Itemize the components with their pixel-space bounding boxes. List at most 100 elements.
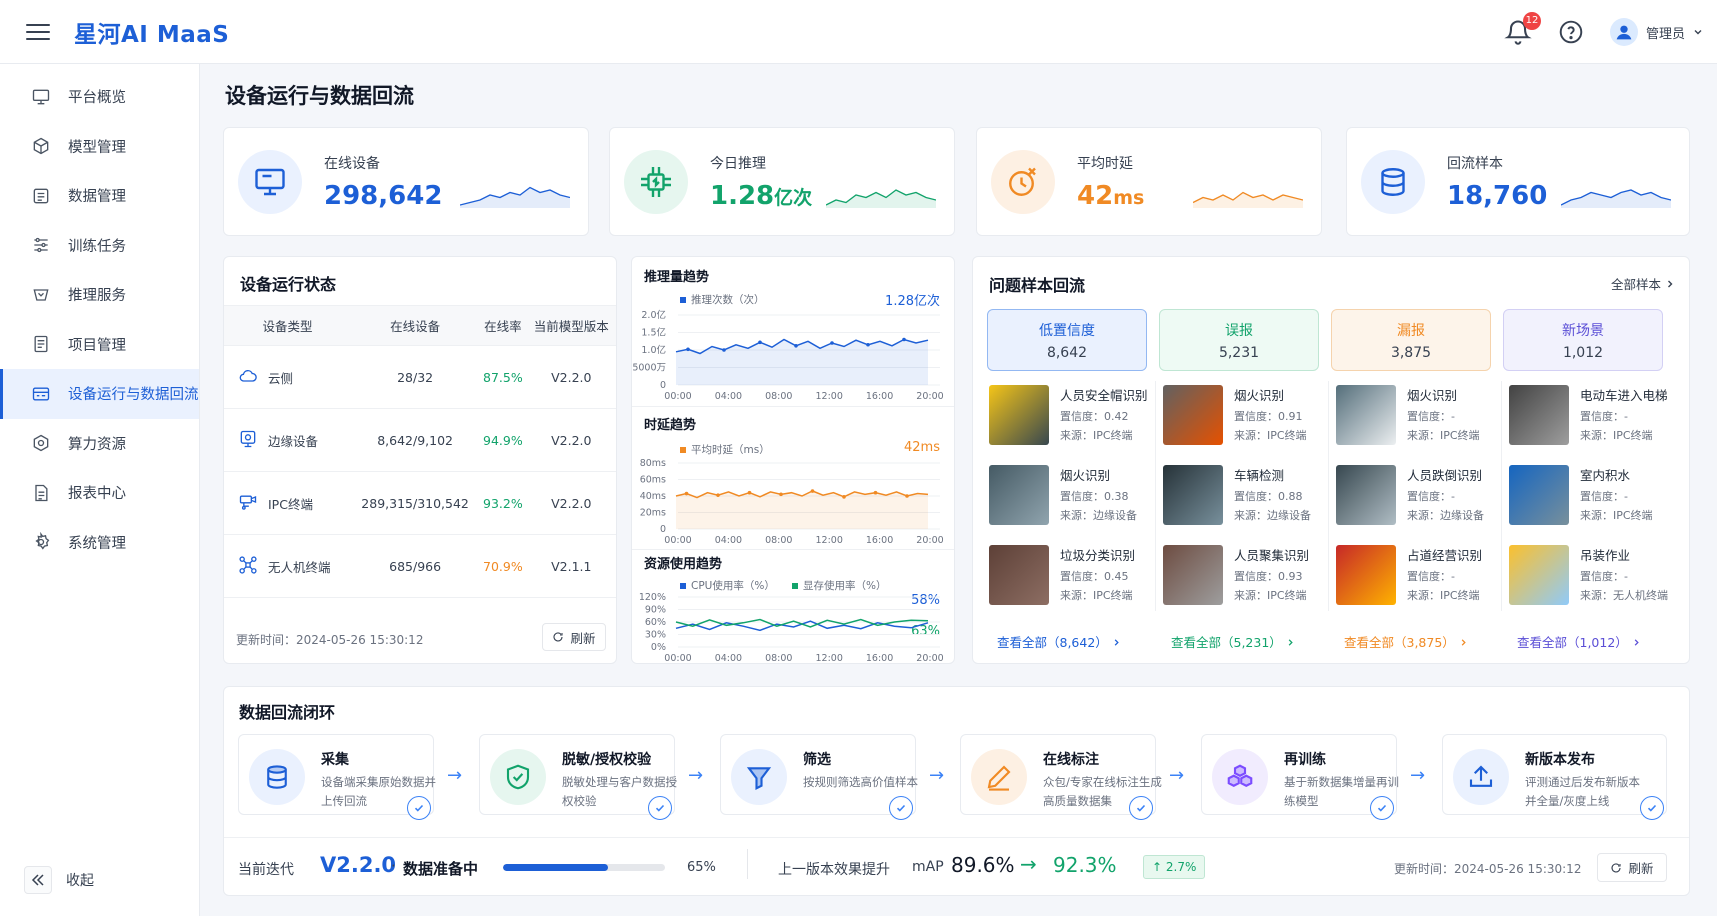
sample-thumbnail <box>1336 385 1396 445</box>
device-online: 685/966 <box>350 534 480 598</box>
data-point <box>842 495 846 499</box>
check-icon <box>1129 796 1153 820</box>
brand-logo[interactable]: 星河AI MaaS <box>74 15 229 49</box>
sidebar-item-9[interactable]: 系统管理 <box>0 518 199 568</box>
map-new-value: 92.3% <box>1053 853 1117 877</box>
camera-icon <box>238 492 258 515</box>
sample-thumbnail <box>1336 545 1396 605</box>
view-all-link[interactable]: 查看全部（1,012） <box>1517 632 1641 651</box>
menu-toggle-icon[interactable] <box>26 22 50 42</box>
kpi-value: 298,642 <box>324 180 443 211</box>
device-rate: 87.5% <box>479 345 527 409</box>
sidebar-item-6[interactable]: 设备运行与数据回流 <box>0 369 199 419</box>
kpi-card-feedback-samples[interactable]: 回流样本 18,760 <box>1346 127 1690 236</box>
sample-item[interactable]: 人员聚集识别 置信度：0.93 来源：IPC终端 <box>1163 545 1328 609</box>
sample-source: 来源：边缘设备 <box>1060 509 1137 522</box>
table-row[interactable]: 边缘设备 8,642/9,102 94.9% V2.2.0 <box>224 408 616 472</box>
kpi-card-online-devices[interactable]: 在线设备 298,642 <box>223 127 589 236</box>
user-menu[interactable]: 管理员 <box>1609 18 1703 46</box>
loop-step-0[interactable]: 采集 设备端采集原始数据并上传回流 <box>238 734 436 820</box>
sample-item[interactable]: 室内积水 置信度：- 来源：IPC终端 <box>1509 465 1674 529</box>
x-tick-label: 08:00 <box>765 391 792 402</box>
x-tick-label: 20:00 <box>916 535 943 546</box>
loop-step-2[interactable]: 筛选 按规则筛选高价值样本 <box>720 734 918 820</box>
sample-item[interactable]: 车辆检测 置信度：0.88 来源：边缘设备 <box>1163 465 1328 529</box>
loop-refresh-button[interactable]: 刷新 <box>1597 853 1667 882</box>
sample-name: 车辆检测 <box>1234 468 1285 483</box>
loop-step-5[interactable]: 新版本发布 评测通过后发布新版本并全量/灰度上线 <box>1442 734 1667 820</box>
loop-step-1[interactable]: 脱敏/授权校验 脱敏处理与客户数据授权校验 <box>479 734 677 820</box>
sample-item[interactable]: 烟火识别 置信度：- 来源：IPC终端 <box>1336 385 1501 449</box>
device-status-title: 设备运行状态 <box>240 275 337 294</box>
sample-item[interactable]: 烟火识别 置信度：0.91 来源：IPC终端 <box>1163 385 1328 449</box>
kpi-unit: ms <box>1113 186 1145 209</box>
arrow-right-icon: → <box>1020 852 1037 876</box>
kpi-card-avg-latency[interactable]: 平均时延 42ms <box>976 127 1322 236</box>
sample-item[interactable]: 人员安全帽识别 置信度：0.42 来源：IPC终端 <box>989 385 1154 449</box>
sample-source: 来源：IPC终端 <box>1060 429 1133 442</box>
sample-item[interactable]: 吊装作业 置信度：- 来源：无人机终端 <box>1509 545 1674 609</box>
sample-item[interactable]: 人员跌倒识别 置信度：- 来源：边缘设备 <box>1336 465 1501 529</box>
y-tick-label: 30% <box>645 630 666 641</box>
device-refresh-button[interactable]: 刷新 <box>542 623 606 651</box>
kpi-card-today-inference[interactable]: 今日推理 1.28亿次 <box>609 127 955 236</box>
sample-category-2[interactable]: 漏报 3,875 <box>1331 309 1491 371</box>
sample-item[interactable]: 烟火识别 置信度：0.38 来源：边缘设备 <box>989 465 1154 529</box>
chevron-right-icon <box>1288 639 1293 646</box>
sample-confidence: 置信度：- <box>1407 490 1455 503</box>
sliders-icon <box>30 234 52 256</box>
loop-step-3[interactable]: 在线标注 众包/专家在线标注生成高质量数据集 <box>960 734 1162 820</box>
sample-confidence: 置信度：- <box>1407 570 1455 583</box>
database-icon <box>249 749 305 805</box>
sample-name: 人员聚集识别 <box>1234 548 1310 563</box>
sidebar-item-5[interactable]: 项目管理 <box>0 320 199 370</box>
kpi-sparkline <box>1193 191 1303 208</box>
arrow-right-icon: → <box>447 765 463 786</box>
iteration-label: 当前迭代 <box>238 862 294 878</box>
sidebar-item-1[interactable]: 模型管理 <box>0 122 199 172</box>
table-row[interactable]: 无人机终端 685/966 70.9% V2.1.1 <box>224 534 616 598</box>
loop-title: 数据回流闭环 <box>239 703 336 722</box>
collapse-button[interactable]: 收起 <box>24 866 94 894</box>
map-old-value: 89.6% <box>951 853 1015 877</box>
chevron-right-icon <box>1461 639 1466 646</box>
sidebar-item-4[interactable]: 推理服务 <box>0 270 199 320</box>
view-all-link[interactable]: 查看全部（8,642） <box>997 632 1121 651</box>
data-point <box>866 342 870 347</box>
step-desc: 按规则筛选高价值样本 <box>803 775 918 789</box>
device-online: 8,642/9,102 <box>350 408 480 472</box>
bell-icon[interactable]: 12 <box>1504 12 1541 46</box>
sample-name: 人员安全帽识别 <box>1060 388 1148 403</box>
sample-item[interactable]: 占道经营识别 置信度：- 来源：IPC终端 <box>1336 545 1501 609</box>
sample-confidence: 置信度：- <box>1580 410 1628 423</box>
sample-confidence: 置信度：0.93 <box>1234 570 1303 583</box>
sidebar-item-0[interactable]: 平台概览 <box>0 72 199 122</box>
sidebar-item-2[interactable]: 数据管理 <box>0 171 199 221</box>
category-count: 5,231 <box>1218 345 1260 361</box>
kpi-sparkline <box>826 189 936 208</box>
sidebar-item-7[interactable]: 算力资源 <box>0 419 199 469</box>
table-row[interactable]: IPC终端 289,315/310,542 93.2% V2.2.0 <box>224 471 616 535</box>
view-all-link[interactable]: 查看全部（3,875） <box>1344 632 1468 651</box>
gear-icon <box>30 531 52 553</box>
sample-category-0[interactable]: 低置信度 8,642 <box>987 309 1147 371</box>
y-tick-label: 80ms <box>640 458 666 469</box>
x-tick-label: 20:00 <box>916 653 943 664</box>
sidebar-item-3[interactable]: 训练任务 <box>0 221 199 271</box>
sidebar-item-8[interactable]: 报表中心 <box>0 468 199 518</box>
table-row[interactable]: 云侧 28/32 87.5% V2.2.0 <box>224 345 616 409</box>
kpi-value: 18,760 <box>1447 180 1548 211</box>
data-point <box>830 341 834 345</box>
x-tick-label: 16:00 <box>866 653 893 664</box>
y-tick-label: 20ms <box>640 508 666 519</box>
sample-category-1[interactable]: 误报 5,231 <box>1159 309 1319 371</box>
sample-category-3[interactable]: 新场景 1,012 <box>1503 309 1663 371</box>
sample-item[interactable]: 电动车进入电梯 置信度：- 来源：IPC终端 <box>1509 385 1674 449</box>
sample-item[interactable]: 垃圾分类识别 置信度：0.45 来源：IPC终端 <box>989 545 1154 609</box>
loop-step-4[interactable]: 再训练 基于新数据集增量再训练模型 <box>1201 734 1399 820</box>
view-all-link[interactable]: 查看全部（5,231） <box>1171 632 1295 651</box>
device-online: 289,315/310,542 <box>350 471 480 535</box>
help-icon[interactable] <box>1558 19 1584 45</box>
all-samples-link[interactable]: 全部样本 <box>1611 274 1675 293</box>
arrow-right-icon: → <box>929 765 945 786</box>
